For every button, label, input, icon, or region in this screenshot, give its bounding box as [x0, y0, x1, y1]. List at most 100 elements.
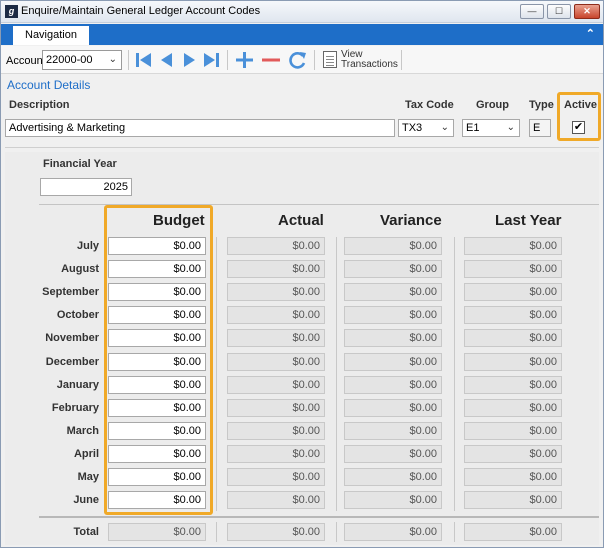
account-label: Account: [6, 55, 46, 67]
tax-code-select[interactable]: TX3 ⌄: [398, 119, 454, 137]
month-label: May: [77, 471, 99, 483]
toolbar: Account 22000-00 ⌄ View Transactions: [1, 46, 603, 74]
chevron-down-icon: ⌄: [440, 122, 449, 133]
document-icon: [323, 51, 337, 68]
month-label: November: [45, 332, 99, 344]
total-last-year: $0.00: [464, 523, 562, 541]
type-label: Type: [529, 99, 554, 111]
month-label: August: [61, 263, 99, 275]
window-title: Enquire/Maintain General Ledger Account …: [21, 5, 261, 17]
account-select[interactable]: 22000-00 ⌄: [42, 50, 122, 70]
month-label: September: [42, 286, 99, 298]
account-value: 22000-00: [46, 54, 93, 66]
month-label: March: [66, 425, 99, 437]
actual-cell: $0.00: [227, 260, 325, 278]
variance-cell: $0.00: [344, 422, 442, 440]
group-label: Group: [476, 99, 509, 111]
actual-cell: $0.00: [227, 468, 325, 486]
variance-cell: $0.00: [344, 399, 442, 417]
actual-cell: $0.00: [227, 445, 325, 463]
toolbar-separator: [227, 50, 228, 70]
column-divider: [336, 522, 337, 542]
month-label: February: [51, 402, 99, 414]
actual-cell: $0.00: [227, 329, 325, 347]
variance-cell: $0.00: [344, 329, 442, 347]
tab-navigation[interactable]: Navigation: [13, 26, 89, 45]
title-bar: g Enquire/Maintain General Ledger Accoun…: [1, 1, 603, 23]
column-divider: [336, 237, 337, 511]
last-year-cell: $0.00: [464, 260, 562, 278]
variance-cell: $0.00: [344, 491, 442, 509]
column-divider: [454, 522, 455, 542]
total-actual: $0.00: [227, 523, 325, 541]
last-year-cell: $0.00: [464, 491, 562, 509]
last-year-cell: $0.00: [464, 237, 562, 255]
variance-cell: $0.00: [344, 468, 442, 486]
variance-cell: $0.00: [344, 237, 442, 255]
view-transactions-button[interactable]: View Transactions: [321, 49, 399, 71]
last-year-cell: $0.00: [464, 283, 562, 301]
month-label: June: [73, 494, 99, 506]
chevron-up-double-icon[interactable]: ⌃: [586, 27, 595, 40]
budget-column-highlight: [104, 205, 213, 515]
month-label: October: [56, 309, 99, 321]
first-record-icon[interactable]: [134, 51, 154, 69]
last-record-icon[interactable]: [201, 51, 221, 69]
actual-cell: $0.00: [227, 237, 325, 255]
type-field: E: [529, 119, 551, 137]
financial-year-label: Financial Year: [43, 158, 117, 170]
variance-cell: $0.00: [344, 283, 442, 301]
toolbar-separator: [128, 50, 129, 70]
window: g Enquire/Maintain General Ledger Accoun…: [0, 0, 604, 548]
last-year-cell: $0.00: [464, 445, 562, 463]
budget-panel: [5, 152, 599, 545]
actual-cell: $0.00: [227, 399, 325, 417]
variance-cell: $0.00: [344, 353, 442, 371]
column-header-variance: Variance: [380, 212, 442, 229]
chevron-down-icon: ⌄: [506, 122, 515, 133]
divider: [5, 147, 599, 148]
refresh-icon[interactable]: [288, 51, 308, 69]
last-year-cell: $0.00: [464, 376, 562, 394]
description-label: Description: [9, 99, 70, 111]
variance-cell: $0.00: [344, 445, 442, 463]
maximize-button[interactable]: ☐: [547, 4, 571, 19]
navigation-ribbon: Navigation ⌃: [1, 24, 603, 45]
minimize-button[interactable]: —: [520, 4, 544, 19]
toolbar-separator: [401, 50, 402, 70]
delete-icon[interactable]: [261, 51, 281, 69]
month-label: July: [76, 240, 99, 252]
next-record-icon[interactable]: [179, 51, 199, 69]
column-divider: [216, 237, 217, 511]
month-label: April: [73, 448, 99, 460]
actual-cell: $0.00: [227, 422, 325, 440]
last-year-cell: $0.00: [464, 329, 562, 347]
variance-cell: $0.00: [344, 306, 442, 324]
month-label: January: [56, 379, 99, 391]
total-variance: $0.00: [344, 523, 442, 541]
column-divider: [454, 237, 455, 511]
close-button[interactable]: ✕: [574, 4, 600, 19]
actual-cell: $0.00: [227, 353, 325, 371]
previous-record-icon[interactable]: [157, 51, 177, 69]
group-value: E1: [466, 122, 480, 134]
variance-cell: $0.00: [344, 376, 442, 394]
last-year-cell: $0.00: [464, 399, 562, 417]
last-year-cell: $0.00: [464, 306, 562, 324]
last-year-cell: $0.00: [464, 468, 562, 486]
total-divider: [39, 516, 599, 518]
section-title: Account Details: [7, 78, 91, 92]
actual-cell: $0.00: [227, 283, 325, 301]
app-icon: g: [5, 5, 18, 18]
add-icon[interactable]: [234, 51, 254, 69]
group-select[interactable]: E1 ⌄: [462, 119, 520, 137]
month-label: December: [45, 356, 99, 368]
last-year-cell: $0.00: [464, 422, 562, 440]
variance-cell: $0.00: [344, 260, 442, 278]
last-year-cell: $0.00: [464, 353, 562, 371]
actual-cell: $0.00: [227, 376, 325, 394]
description-input[interactable]: Advertising & Marketing: [5, 119, 395, 137]
column-header-last-year: Last Year: [495, 212, 562, 229]
total-budget: $0.00: [108, 523, 206, 541]
financial-year-input[interactable]: 2025: [40, 178, 132, 196]
